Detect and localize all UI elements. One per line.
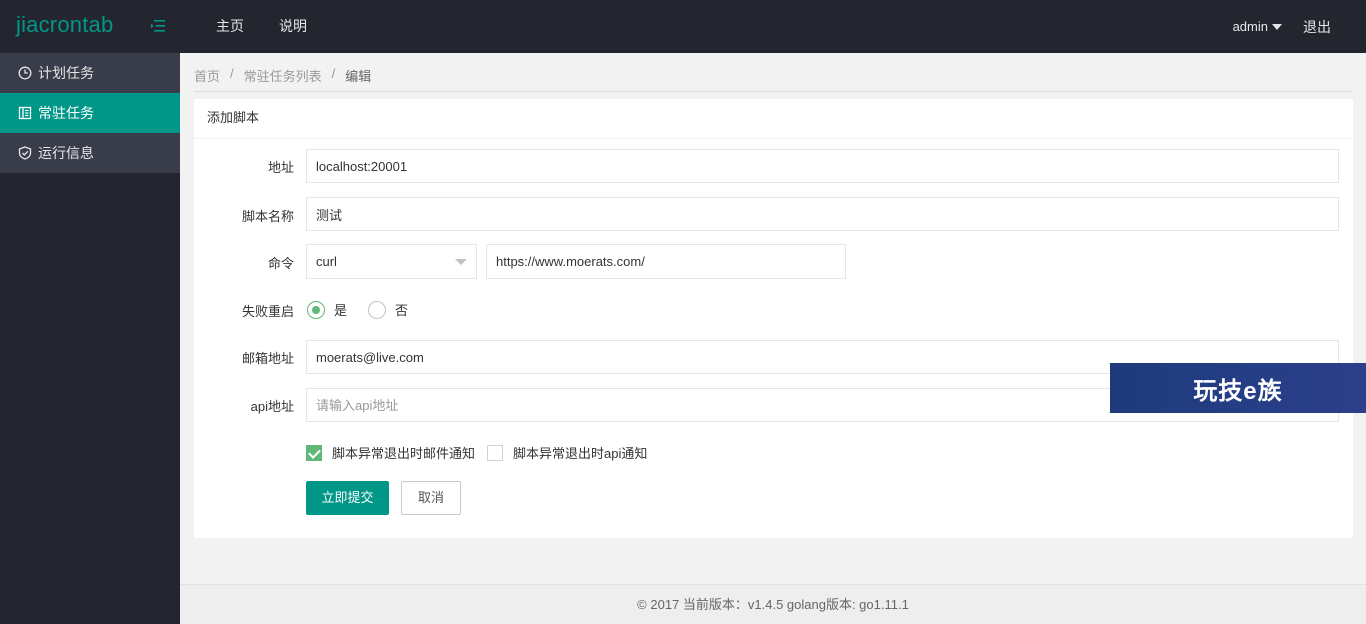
radio-label: 否 <box>395 303 409 318</box>
notify-api-checkbox[interactable]: 脚本异常退出时api通知 <box>487 443 647 462</box>
user-menu[interactable]: admin <box>1233 19 1268 34</box>
script-name-label: 脚本名称 <box>241 209 294 224</box>
notify-email-checkbox[interactable]: 脚本异常退出时邮件通知 <box>306 443 475 462</box>
script-name-input[interactable] <box>306 197 1339 231</box>
breadcrumb: 首页 / 常驻任务列表 / 编辑 <box>194 66 371 84</box>
breadcrumb-daemon-list[interactable]: 常驻任务列表 <box>244 66 322 84</box>
checkbox-unchecked-icon <box>487 444 503 461</box>
breadcrumb-current: 编辑 <box>345 69 372 84</box>
sidebar-item-scheduled[interactable]: 计划任务 <box>0 53 180 93</box>
radio-checked-icon <box>307 300 325 319</box>
app-logo[interactable]: jiacrontab <box>16 12 113 38</box>
sidebar-item-daemon[interactable]: 常驻任务 <box>0 93 180 133</box>
watermark-logo: 玩技e族 <box>1110 363 1366 413</box>
sidebar: 计划任务 常驻任务 运行信息 <box>0 53 180 624</box>
address-input[interactable] <box>306 149 1339 183</box>
shield-icon <box>18 146 32 160</box>
logout-link[interactable]: 退出 <box>1303 17 1331 37</box>
command-label: 命令 <box>267 256 294 271</box>
restart-no-radio[interactable]: 否 <box>368 300 408 319</box>
menu-toggle-icon[interactable] <box>150 18 166 34</box>
book-icon <box>18 106 32 120</box>
nav-home[interactable]: 主页 <box>216 0 244 53</box>
api-label: api地址 <box>250 399 294 414</box>
command-arg-input[interactable] <box>486 244 846 279</box>
user-area: admin 退出 <box>1233 0 1331 53</box>
clock-icon <box>18 66 32 80</box>
command-select[interactable]: curl <box>306 244 477 279</box>
checkbox-label: 脚本异常退出时邮件通知 <box>332 446 476 461</box>
breadcrumb-separator: / <box>230 66 234 81</box>
cancel-button[interactable]: 取消 <box>401 481 461 515</box>
restart-label: 失败重启 <box>241 304 294 319</box>
breadcrumb-home[interactable]: 首页 <box>194 66 220 84</box>
breadcrumb-separator: / <box>331 66 336 81</box>
nav-docs[interactable]: 说明 <box>279 0 307 53</box>
card-title: 添加脚本 <box>194 99 1353 139</box>
top-nav: 主页 说明 <box>216 0 342 53</box>
dropdown-arrow-icon <box>455 259 467 265</box>
breadcrumb-divider <box>194 91 1353 92</box>
footer: © 2017 当前版本：v1.4.5 golang版本: go1.11.1 <box>180 584 1366 624</box>
sidebar-item-runtime[interactable]: 运行信息 <box>0 133 180 173</box>
restart-yes-radio[interactable]: 是 <box>307 300 347 319</box>
address-label: 地址 <box>267 160 294 175</box>
submit-button[interactable]: 立即提交 <box>306 481 389 515</box>
radio-unchecked-icon <box>368 300 386 319</box>
sidebar-item-label: 运行信息 <box>38 145 94 161</box>
sidebar-item-label: 常驻任务 <box>38 105 94 121</box>
checkbox-label: 脚本异常退出时api通知 <box>513 446 648 461</box>
radio-label: 是 <box>334 303 348 318</box>
command-select-value: curl <box>316 254 337 269</box>
email-label: 邮箱地址 <box>241 351 294 366</box>
caret-down-icon[interactable] <box>1272 23 1282 30</box>
sidebar-item-label: 计划任务 <box>38 65 94 81</box>
top-header: jiacrontab 主页 说明 admin 退出 <box>0 0 1366 53</box>
checkbox-checked-icon <box>306 444 322 461</box>
